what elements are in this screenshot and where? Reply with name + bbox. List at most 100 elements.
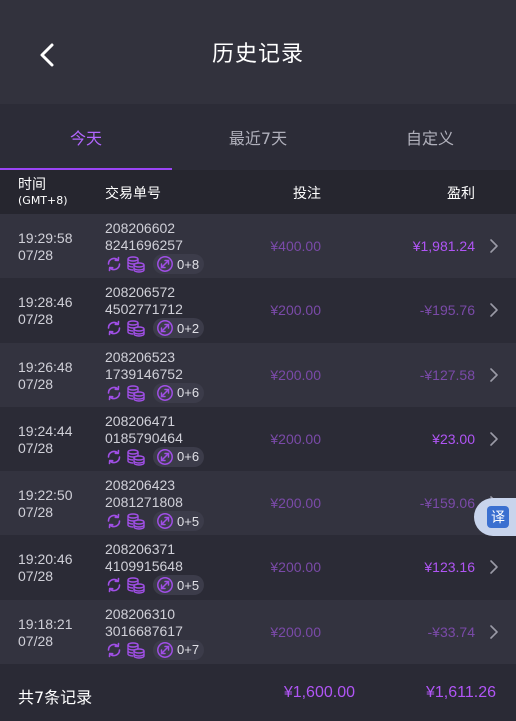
history-row[interactable]: 19:28:46 07/28 208206572 4502771712 0+2 … xyxy=(0,278,516,343)
coin-stack-icon xyxy=(126,640,146,660)
column-time-zone: (GMT+8) xyxy=(18,194,68,207)
row-bet: ¥400.00 xyxy=(270,238,321,254)
row-time: 19:29:58 07/28 xyxy=(18,230,73,264)
row-bet: ¥200.00 xyxy=(270,623,321,640)
translate-button[interactable]: 译 xyxy=(474,498,516,536)
row-bet: ¥200.00 xyxy=(270,366,321,383)
page-title: 历史记录 xyxy=(211,42,304,67)
row-time-clock: 19:29:58 xyxy=(18,230,73,246)
row-order-number: 208206602 8241696257 xyxy=(105,220,183,254)
history-row[interactable]: 19:26:48 07/28 208206523 1739146752 0+6 … xyxy=(0,342,516,407)
coin-stack-icon xyxy=(126,447,146,467)
row-time-clock: 19:20:46 xyxy=(18,551,73,568)
row-time-clock: 19:28:46 xyxy=(18,294,73,311)
chevron-right-icon xyxy=(490,624,498,639)
tab-last-7-days[interactable]: 最近7天 xyxy=(172,104,344,170)
row-order-number: 208206423 2081271808 xyxy=(105,477,183,511)
row-time: 19:24:44 07/28 xyxy=(18,423,73,457)
free-spin-badge: 0+6 xyxy=(153,446,205,467)
expand-icon xyxy=(156,576,174,594)
row-time-date: 07/28 xyxy=(18,311,54,328)
coin-stack-icon xyxy=(126,383,146,403)
column-profit: 盈利 xyxy=(447,186,475,202)
row-bet: ¥200.00 xyxy=(270,430,321,447)
row-time-date: 07/28 xyxy=(18,439,54,456)
free-spin-badge: 0+8 xyxy=(153,254,205,274)
row-time: 19:28:46 07/28 xyxy=(18,294,73,328)
row-order-part-b: 1739146752 xyxy=(105,365,183,382)
row-order-number: 208206572 4502771712 xyxy=(105,284,183,318)
row-tags: 0+6 xyxy=(104,382,205,403)
refresh-icon xyxy=(104,640,124,660)
row-time-clock: 19:18:21 xyxy=(18,615,73,632)
expand-icon xyxy=(156,319,174,337)
column-time-label: 时间 xyxy=(18,177,46,193)
coin-stack-icon xyxy=(126,511,146,531)
refresh-icon xyxy=(104,383,124,403)
tab-custom[interactable]: 自定义 xyxy=(344,104,516,170)
free-spin-count: 0+6 xyxy=(177,385,200,401)
row-time: 19:20:46 07/28 xyxy=(18,551,73,585)
row-time-clock: 19:26:48 xyxy=(18,358,73,375)
refresh-icon xyxy=(104,575,124,595)
chevron-right-icon xyxy=(490,560,498,575)
row-tags: 0+8 xyxy=(104,254,205,274)
row-profit: ¥1,981.24 xyxy=(412,238,475,254)
coin-stack-icon xyxy=(126,254,146,274)
row-order-part-b: 3016687617 xyxy=(105,622,183,639)
column-order: 交易单号 xyxy=(105,186,161,202)
row-time-date: 07/28 xyxy=(18,632,54,649)
row-order-part-a: 208206572 xyxy=(105,284,176,301)
header-bar: 历史记录 xyxy=(0,0,516,104)
free-spin-count: 0+2 xyxy=(177,320,200,336)
row-order-part-a: 208206371 xyxy=(105,541,176,558)
row-order-part-b: 4502771712 xyxy=(105,301,183,318)
chevron-right-icon xyxy=(490,303,498,318)
row-profit: -¥33.74 xyxy=(427,623,475,640)
row-time-date: 07/28 xyxy=(18,568,54,585)
chevron-right-icon xyxy=(490,367,498,382)
row-time: 19:22:50 07/28 xyxy=(18,487,73,521)
free-spin-count: 0+5 xyxy=(177,577,200,593)
row-order-part-a: 208206523 xyxy=(105,348,176,365)
row-order-number: 208206310 3016687617 xyxy=(105,606,183,640)
row-order-part-a: 208206471 xyxy=(105,412,176,429)
chevron-right-icon xyxy=(490,432,498,446)
free-spin-badge: 0+7 xyxy=(153,639,205,660)
column-bet: 投注 xyxy=(293,186,321,202)
free-spin-badge: 0+5 xyxy=(153,575,205,596)
refresh-icon xyxy=(104,447,124,467)
tab-today[interactable]: 今天 xyxy=(0,104,172,170)
row-time-date: 07/28 xyxy=(18,247,54,263)
row-time-clock: 19:22:50 xyxy=(18,487,73,504)
row-order-part-b: 8241696257 xyxy=(105,237,183,253)
free-spin-count: 0+6 xyxy=(177,449,200,465)
row-bet: ¥200.00 xyxy=(270,559,321,576)
history-row[interactable]: 19:18:21 07/28 208206310 3016687617 0+7 … xyxy=(0,599,516,665)
column-time: 时间 (GMT+8) xyxy=(18,177,68,209)
history-row[interactable]: 19:22:50 07/28 208206423 2081271808 0+5 … xyxy=(0,471,516,536)
row-profit: -¥127.58 xyxy=(419,366,475,383)
row-tags: 0+6 xyxy=(104,446,205,467)
row-time-clock: 19:24:44 xyxy=(18,422,73,439)
row-profit: -¥159.06 xyxy=(419,495,475,512)
expand-icon xyxy=(156,255,174,273)
refresh-icon xyxy=(104,511,124,531)
record-count: 共7条记录 xyxy=(18,688,93,707)
chevron-right-icon xyxy=(490,239,498,253)
free-spin-badge: 0+6 xyxy=(153,382,205,403)
expand-icon xyxy=(156,641,174,659)
coin-stack-icon xyxy=(126,318,146,338)
row-profit: -¥195.76 xyxy=(419,302,475,319)
history-list: 19:29:58 07/28 208206602 8241696257 0+8 … xyxy=(0,214,516,665)
row-order-part-b: 0185790464 xyxy=(105,429,183,446)
row-order-part-a: 208206602 xyxy=(105,220,176,236)
history-row[interactable]: 19:24:44 07/28 208206471 0185790464 0+6 … xyxy=(0,406,516,472)
row-order-part-b: 4109915648 xyxy=(105,558,183,575)
history-row[interactable]: 19:29:58 07/28 208206602 8241696257 0+8 … xyxy=(0,214,516,279)
row-order-number: 208206371 4109915648 xyxy=(105,541,183,575)
history-row[interactable]: 19:20:46 07/28 208206371 4109915648 0+5 … xyxy=(0,535,516,600)
row-tags: 0+2 xyxy=(104,318,205,339)
refresh-icon xyxy=(104,254,124,274)
expand-icon xyxy=(156,512,174,530)
